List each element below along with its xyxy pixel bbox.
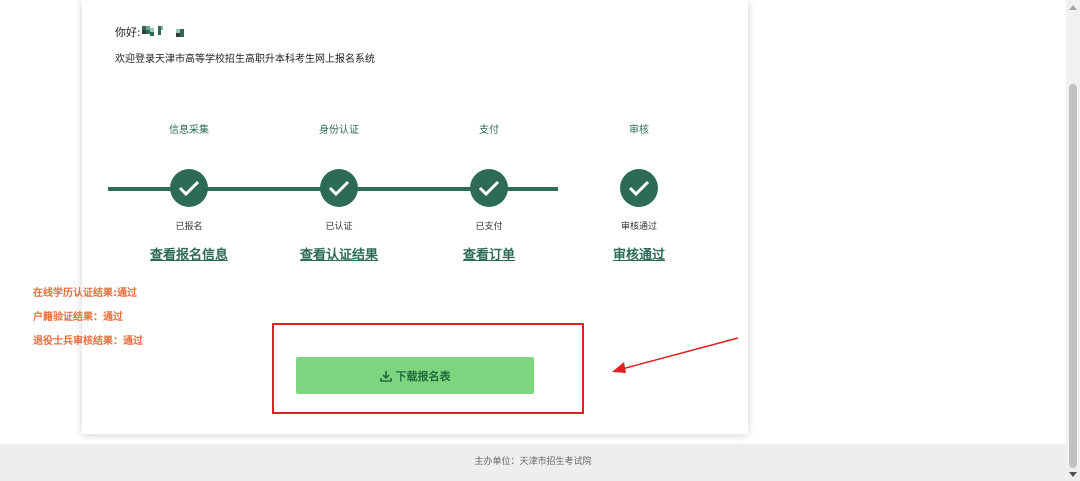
step-status: 审核通过 (620, 222, 657, 232)
step-complete-circle (470, 169, 508, 207)
download-button-label: 下载报名表 (395, 369, 451, 383)
checkmark-icon (478, 180, 500, 196)
greeting-prefix: 你好: (115, 26, 141, 39)
review-passed-link[interactable]: 审核通过 (613, 244, 665, 263)
pixelated-name-image (141, 26, 184, 37)
step-status: 已认证 (325, 222, 353, 232)
view-registration-info-link[interactable]: 查看报名信息 (150, 244, 228, 263)
step-complete-circle (170, 169, 208, 207)
step-title: 身份认证 (319, 125, 359, 136)
redacted-name (141, 25, 188, 39)
verification-results: 在线学历认证结果:通过 户籍验证结果：通过 退役士兵审核结果：通过 (33, 287, 143, 359)
view-order-link[interactable]: 查看订单 (463, 244, 515, 263)
veteran-review-result: 退役士兵审核结果：通过 (33, 336, 143, 347)
scrollbar-thumb[interactable] (1069, 84, 1077, 468)
education-verification-result: 在线学历认证结果:通过 (33, 288, 137, 299)
download-icon (379, 370, 392, 382)
household-verification-result: 户籍验证结果：通过 (33, 312, 123, 323)
scroll-up-arrow-icon[interactable] (1066, 0, 1080, 14)
welcome-text: 欢迎登录天津市高等学校招生高职升本科考生网上报名系统 (115, 54, 375, 65)
checkmark-icon (628, 180, 650, 196)
step-status: 已支付 (475, 222, 503, 232)
step-title: 支付 (479, 125, 499, 136)
checkmark-icon (328, 180, 350, 196)
step-complete-circle (320, 169, 358, 207)
step-info-collection: 信息采集 已报名 查看报名信息 (114, 124, 264, 263)
download-registration-form-button[interactable]: 下载报名表 (296, 357, 534, 394)
checkmark-icon (178, 180, 200, 196)
footer-organizer-text: 主办单位：天津市招生考试院 (474, 457, 592, 467)
scroll-down-arrow-icon[interactable] (1066, 467, 1080, 481)
step-status: 已报名 (175, 222, 203, 232)
step-review: 审核 审核通过 审核通过 (564, 124, 714, 263)
step-identity-verification: 身份认证 已认证 查看认证结果 (264, 124, 414, 263)
step-title: 信息采集 (169, 125, 209, 136)
step-payment: 支付 已支付 查看订单 (414, 124, 564, 263)
view-verification-result-link[interactable]: 查看认证结果 (300, 244, 378, 263)
step-complete-circle (620, 169, 658, 207)
footer: 主办单位：天津市招生考试院 (0, 444, 1066, 481)
greeting: 你好: (115, 24, 188, 40)
step-title: 审核 (629, 125, 649, 136)
